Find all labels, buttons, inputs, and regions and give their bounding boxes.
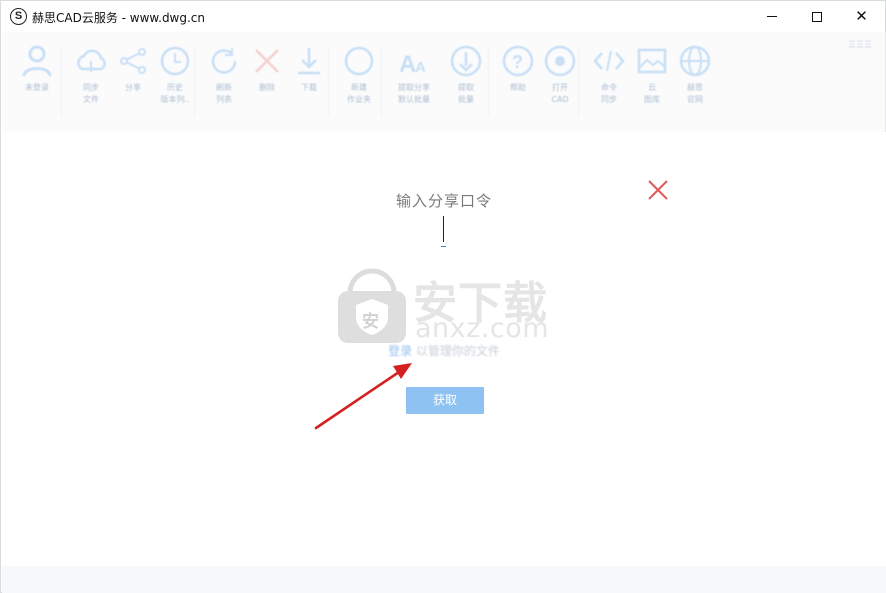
toolbar-button-refresh[interactable]: 刷新 列表 [202, 44, 246, 106]
code-icon [587, 44, 631, 78]
login-hint: 登录 以管理你的文件 [2, 342, 886, 359]
toolbar-button-label: 分享 [125, 83, 141, 92]
app-logo-icon: S [10, 8, 27, 25]
close-icon[interactable] [645, 177, 671, 203]
toolbar-button-label: 历史 版本列.. [160, 83, 190, 104]
status-bar [2, 566, 886, 593]
toolbar-separator [61, 47, 62, 117]
toolbar-separator [328, 47, 329, 117]
get-button[interactable]: 获取 [406, 387, 484, 414]
watermark-small-text: anxz.com [415, 313, 550, 344]
toolbar-button-cloud-upload[interactable]: 同步 文件 [69, 44, 113, 106]
toolbar-button-label: 刷新 列表 [216, 83, 232, 104]
new-folder-icon [337, 44, 381, 78]
delete-icon [245, 44, 289, 78]
toolbar-button-extract[interactable]: 提取 批量 [444, 44, 488, 106]
toolbar-button-label: 提取分享 默认批量 [398, 83, 430, 104]
globe-icon [673, 44, 717, 78]
toolbar: 三三三 未登录 同步 文件 分享 历史 版本列.. 刷新 列表 删除 下载 新建 作业夹 A A 提… [2, 32, 886, 132]
download-icon [287, 44, 331, 78]
svg-text:?: ? [512, 52, 523, 72]
share-icon [111, 44, 155, 78]
svg-text:A: A [415, 59, 426, 76]
toolbar-button-label: 未登录 [25, 83, 49, 92]
toolbar-button-share[interactable]: 分享 [111, 44, 155, 94]
toolbar-button-label: 命令 同步 [601, 83, 617, 104]
maximize-icon [811, 11, 822, 22]
user-icon [15, 44, 59, 78]
toolbar-separator [578, 47, 579, 117]
toolbar-button-label: 打开 CAD [551, 83, 569, 104]
share-code-input-caret[interactable] [443, 216, 444, 242]
watermark: 安 安下载 anxz.com [335, 267, 555, 347]
toolbar-separator [381, 47, 382, 117]
toolbar-button-label: 同步 文件 [83, 83, 99, 104]
toolbar-button-label: 删除 [259, 83, 275, 92]
toolbar-button-label: 帮助 [510, 83, 526, 92]
toolbar-button-new-folder[interactable]: 新建 作业夹 [337, 44, 381, 106]
history-icon [153, 44, 197, 78]
share-code-prompt: 输入分享口令 [395, 192, 492, 210]
cloud-upload-icon [69, 44, 113, 78]
toolbar-corner-text: 三三三 [848, 40, 872, 49]
watermark-shield-char: 安 [362, 312, 379, 332]
refresh-icon [202, 44, 246, 78]
gallery-icon [630, 44, 674, 78]
toolbar-button-help[interactable]: ? 帮助 [496, 44, 540, 94]
toolbar-button-font[interactable]: A A 提取分享 默认批量 [392, 44, 436, 106]
toolbar-button-label: 新建 作业夹 [347, 83, 371, 104]
help-icon: ? [496, 44, 540, 78]
login-link[interactable]: 登录 [388, 344, 412, 358]
share-code-input-underline [441, 246, 446, 247]
minimize-icon [766, 16, 777, 17]
login-hint-text: 以管理你的文件 [412, 344, 500, 358]
toolbar-button-label: 云 图库 [644, 83, 660, 104]
maximize-button[interactable] [794, 1, 839, 32]
window-close-button[interactable]: ✕ [839, 1, 884, 32]
svg-text:A: A [399, 51, 416, 78]
extract-icon [444, 44, 488, 78]
toolbar-button-gallery[interactable]: 云 图库 [630, 44, 674, 106]
toolbar-button-label: 下载 [301, 83, 317, 92]
window-title: 赫思CAD云服务 - www.dwg.cn [32, 11, 206, 25]
toolbar-button-delete[interactable]: 删除 [245, 44, 289, 94]
font-icon: AA [392, 44, 436, 78]
share-code-panel: 输入分享口令 安 安下载 anxz.com 登录 以管理你的文件 获取 [2, 132, 886, 566]
toolbar-button-download[interactable]: 下载 [287, 44, 331, 94]
toolbar-separator [194, 47, 195, 117]
toolbar-button-label: 赫思 官网 [687, 83, 703, 104]
play-icon [538, 44, 582, 78]
app-window: S 赫思CAD云服务 - www.dwg.cn ✕ 三三三 未登录 同步 文件 分享… [0, 0, 886, 593]
toolbar-button-play[interactable]: 打开 CAD [538, 44, 582, 106]
window-close-icon: ✕ [855, 7, 868, 25]
toolbar-button-label: 提取 批量 [458, 83, 474, 104]
toolbar-separator [488, 47, 489, 117]
toolbar-button-globe[interactable]: 赫思 官网 [673, 44, 717, 106]
toolbar-button-code[interactable]: 命令 同步 [587, 44, 631, 106]
watermark-shield-icon [338, 268, 406, 343]
title-bar: S 赫思CAD云服务 - www.dwg.cn ✕ [1, 1, 885, 32]
toolbar-button-history[interactable]: 历史 版本列.. [153, 44, 197, 106]
minimize-button[interactable] [749, 1, 794, 32]
toolbar-button-user[interactable]: 未登录 [15, 44, 59, 94]
